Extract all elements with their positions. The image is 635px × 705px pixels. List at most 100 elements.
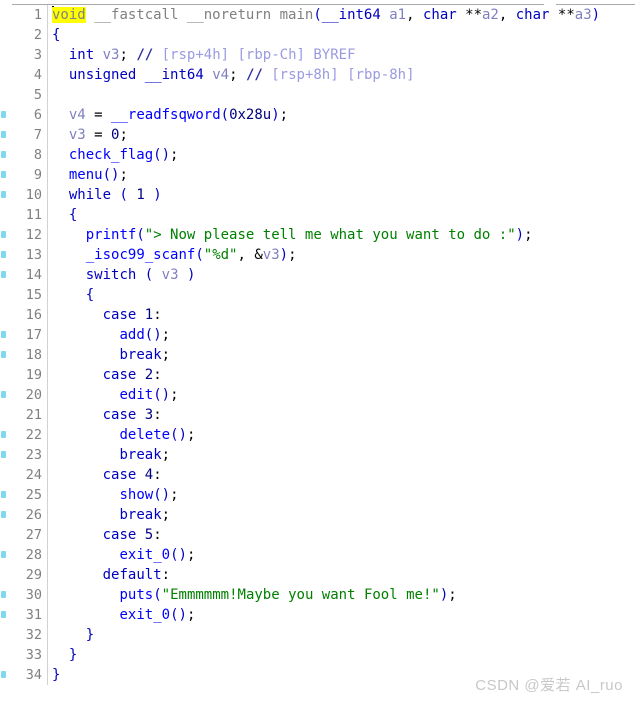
- code-text[interactable]: delete();: [52, 425, 635, 445]
- code-text[interactable]: case 3:: [52, 405, 635, 425]
- code-line[interactable]: 32 }: [0, 625, 635, 645]
- code-text[interactable]: while ( 1 ): [52, 185, 635, 205]
- line-number: 7: [33, 127, 42, 143]
- code-text[interactable]: }: [52, 625, 635, 645]
- line-number: 32: [25, 627, 42, 643]
- code-text[interactable]: v3 = 0;: [52, 125, 635, 145]
- code-text[interactable]: int v3; // [rsp+4h] [rbp-Ch] BYREF: [52, 45, 635, 65]
- code-text[interactable]: menu();: [52, 165, 635, 185]
- code-text[interactable]: }: [52, 645, 635, 665]
- code-text[interactable]: exit_0();: [52, 605, 635, 625]
- code-line[interactable]: 1 void __fastcall __noreturn main(__int64…: [0, 5, 635, 25]
- gutter-divider: [45, 545, 52, 565]
- code-line[interactable]: 9 menu();: [0, 165, 635, 185]
- code-line[interactable]: 20 edit();: [0, 385, 635, 405]
- code-line[interactable]: 21 case 3:: [0, 405, 635, 425]
- code-text[interactable]: exit_0();: [52, 545, 635, 565]
- code-line[interactable]: 25 show();: [0, 485, 635, 505]
- code-text[interactable]: add();: [52, 325, 635, 345]
- code-line[interactable]: 26 break;: [0, 505, 635, 525]
- address-marker-icon[interactable]: [0, 345, 9, 365]
- code-line[interactable]: 5: [0, 85, 635, 105]
- code-line[interactable]: 22 delete();: [0, 425, 635, 445]
- address-marker-icon[interactable]: [0, 665, 9, 685]
- code-text[interactable]: {: [52, 205, 635, 225]
- gutter-divider: [45, 505, 52, 525]
- code-line[interactable]: 19 case 2:: [0, 365, 635, 385]
- code-line[interactable]: 3 int v3; // [rsp+4h] [rbp-Ch] BYREF: [0, 45, 635, 65]
- address-marker-icon[interactable]: [0, 125, 9, 145]
- code-text[interactable]: break;: [52, 505, 635, 525]
- address-marker-icon[interactable]: [0, 485, 9, 505]
- gutter-divider: [45, 85, 52, 105]
- code-text[interactable]: unsigned __int64 v4; // [rsp+8h] [rbp-8h…: [52, 65, 635, 85]
- code-line[interactable]: 10 while ( 1 ): [0, 185, 635, 205]
- code-text[interactable]: printf("> Now please tell me what you wa…: [52, 225, 635, 245]
- line-number: 16: [25, 307, 42, 323]
- code-text[interactable]: _isoc99_scanf("%d", &v3);: [52, 245, 635, 265]
- code-line[interactable]: 24 case 4:: [0, 465, 635, 485]
- address-marker-icon[interactable]: [0, 225, 9, 245]
- code-line[interactable]: 30 puts("Emmmmmm!Maybe you want Fool me!…: [0, 585, 635, 605]
- address-marker-icon[interactable]: [0, 385, 9, 405]
- code-line[interactable]: 6 v4 = __readfsqword(0x28u);: [0, 105, 635, 125]
- code-line[interactable]: 15 {: [0, 285, 635, 305]
- code-line[interactable]: 11 {: [0, 205, 635, 225]
- address-marker-icon[interactable]: [0, 185, 9, 205]
- code-text[interactable]: show();: [52, 485, 635, 505]
- address-marker-icon[interactable]: [0, 325, 9, 345]
- code-text[interactable]: default:: [52, 565, 635, 585]
- code-line[interactable]: 4 unsigned __int64 v4; // [rsp+8h] [rbp-…: [0, 65, 635, 85]
- code-line[interactable]: 16 case 1:: [0, 305, 635, 325]
- code-text[interactable]: v4 = __readfsqword(0x28u);: [52, 105, 635, 125]
- code-line[interactable]: 2{: [0, 25, 635, 45]
- address-marker-icon[interactable]: [0, 165, 9, 185]
- code-line[interactable]: 14 switch ( v3 ): [0, 265, 635, 285]
- code-line[interactable]: 23 break;: [0, 445, 635, 465]
- address-marker-icon[interactable]: [0, 145, 9, 165]
- selected-token[interactable]: void: [52, 7, 86, 23]
- gutter-divider: [45, 305, 52, 325]
- gutter-divider: [45, 105, 52, 125]
- address-marker-icon[interactable]: [0, 425, 9, 445]
- code-line[interactable]: 18 break;: [0, 345, 635, 365]
- code-text[interactable]: switch ( v3 ): [52, 265, 635, 285]
- address-marker-icon[interactable]: [0, 445, 9, 465]
- code-text[interactable]: edit();: [52, 385, 635, 405]
- code-text[interactable]: {: [52, 285, 635, 305]
- code-line[interactable]: 8 check_flag();: [0, 145, 635, 165]
- code-line[interactable]: 33 }: [0, 645, 635, 665]
- code-text[interactable]: case 2:: [52, 365, 635, 385]
- code-text[interactable]: void __fastcall __noreturn main(__int64 …: [52, 5, 635, 25]
- address-marker-icon[interactable]: [0, 585, 9, 605]
- code-text[interactable]: case 4:: [52, 465, 635, 485]
- code-line[interactable]: 31 exit_0();: [0, 605, 635, 625]
- code-line[interactable]: 12 printf("> Now please tell me what you…: [0, 225, 635, 245]
- address-marker-icon[interactable]: [0, 245, 9, 265]
- code-line[interactable]: 27 case 5:: [0, 525, 635, 545]
- code-text[interactable]: break;: [52, 345, 635, 365]
- gutter-divider: [45, 5, 52, 25]
- code-line[interactable]: 7 v3 = 0;: [0, 125, 635, 145]
- address-marker-icon[interactable]: [0, 265, 9, 285]
- gutter-divider: [45, 625, 52, 645]
- code-line[interactable]: 28 exit_0();: [0, 545, 635, 565]
- code-text[interactable]: puts("Emmmmmm!Maybe you want Fool me!");: [52, 585, 635, 605]
- gutter-divider: [45, 165, 52, 185]
- address-marker-icon[interactable]: [0, 505, 9, 525]
- gutter-divider: [45, 485, 52, 505]
- code-text[interactable]: check_flag();: [52, 145, 635, 165]
- code-line[interactable]: 17 add();: [0, 325, 635, 345]
- code-line[interactable]: 13 _isoc99_scanf("%d", &v3);: [0, 245, 635, 265]
- address-marker-icon[interactable]: [0, 605, 9, 625]
- code-text[interactable]: break;: [52, 445, 635, 465]
- pseudocode-code-area[interactable]: 1 void __fastcall __noreturn main(__int64…: [0, 5, 635, 705]
- code-text[interactable]: case 1:: [52, 305, 635, 325]
- address-marker-icon[interactable]: [0, 545, 9, 565]
- line-number: 20: [25, 387, 42, 403]
- gutter-divider: [45, 385, 52, 405]
- code-line[interactable]: 29 default:: [0, 565, 635, 585]
- code-text[interactable]: {: [52, 25, 635, 45]
- address-marker-icon[interactable]: [0, 105, 9, 125]
- code-text[interactable]: case 5:: [52, 525, 635, 545]
